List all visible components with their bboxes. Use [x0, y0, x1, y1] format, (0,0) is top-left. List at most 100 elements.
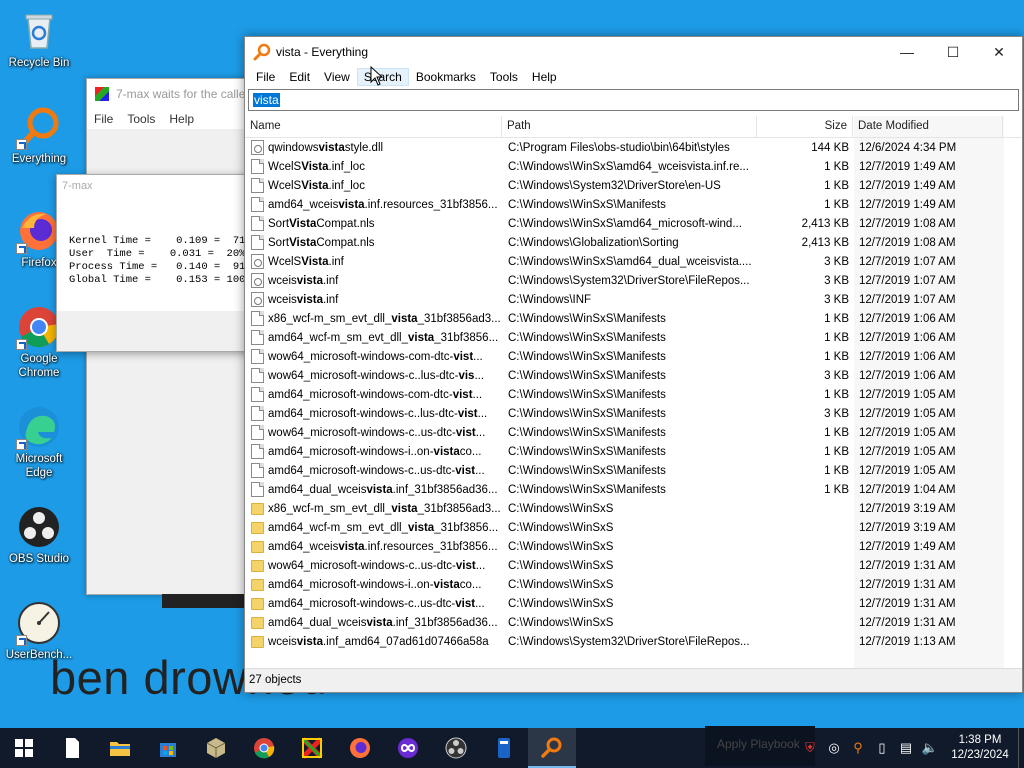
- menu-edit[interactable]: Edit: [282, 68, 317, 86]
- result-row[interactable]: WcelSVista.inf_loc C:\Windows\WinSxS\amd6…: [245, 157, 1006, 176]
- result-row[interactable]: x86_wcf-m_sm_evt_dll_vista_31bf3856ad3..…: [245, 499, 1006, 518]
- maximize-button[interactable]: ☐: [930, 37, 976, 67]
- result-name-cell: amd64_dual_wceisvista.inf_31bf3856ad36..…: [245, 616, 502, 629]
- result-date-modified: 12/7/2019 1:04 AM: [859, 483, 956, 496]
- sevenmax-stats-popup[interactable]: 7-max Kernel Time = 0.109 = 71% C User T…: [56, 174, 277, 352]
- desktop-icon-recycle-bin[interactable]: Recycle Bin: [4, 8, 74, 70]
- result-row[interactable]: amd64_wcf-m_sm_evt_dll_vista_31bf3856...…: [245, 518, 1006, 537]
- sevenmax-titlebar[interactable]: 7-max waits for the calle: [87, 79, 265, 109]
- column-header-size[interactable]: Size: [757, 116, 853, 137]
- result-row[interactable]: SortVistaCompat.nls C:\Windows\Globalizat…: [245, 233, 1006, 252]
- result-row[interactable]: wceisvista.inf_amd64_07ad61d07466a58a C:\…: [245, 632, 1006, 651]
- tray-obs-icon[interactable]: ◎: [822, 728, 846, 768]
- column-header-date-modified[interactable]: Date Modified: [853, 116, 1003, 137]
- result-row[interactable]: amd64_microsoft-windows-c..us-dtc-vist..…: [245, 594, 1006, 613]
- result-row[interactable]: amd64_microsoft-windows-i..on-vistaco...…: [245, 575, 1006, 594]
- everything-titlebar[interactable]: vista - Everything — ☐ ✕: [245, 37, 1022, 67]
- result-row[interactable]: amd64_wceisvista.inf.resources_31bf3856.…: [245, 537, 1006, 556]
- menu-tools[interactable]: Tools: [483, 68, 525, 86]
- maximize-icon: ☐: [946, 43, 960, 60]
- menu-tools[interactable]: Tools: [127, 112, 155, 126]
- file-icon: [251, 178, 264, 193]
- taskbar-clock[interactable]: 1:38 PM 12/23/2024: [942, 733, 1018, 763]
- result-path: C:\Windows\WinSxS\amd64_microsoft-wind..…: [508, 217, 742, 230]
- result-date-modified: 12/7/2019 1:31 AM: [859, 616, 956, 629]
- column-header-path[interactable]: Path: [502, 116, 757, 137]
- close-button[interactable]: ✕: [976, 37, 1022, 67]
- menu-help[interactable]: Help: [525, 68, 564, 86]
- taskbar-notepad[interactable]: [48, 728, 96, 768]
- menu-view[interactable]: View: [317, 68, 357, 86]
- result-size: 1 KB: [824, 464, 849, 477]
- everything-window[interactable]: vista - Everything — ☐ ✕ File Edit View …: [244, 36, 1023, 693]
- result-row[interactable]: wceisvista.inf C:\Windows\INF 3 KB 12/7/201…: [245, 290, 1006, 309]
- result-name-cell: amd64_wcf-m_sm_evt_dll_vista_31bf3856...: [245, 521, 502, 534]
- result-row[interactable]: WcelSVista.inf C:\Windows\WinSxS\amd64_du…: [245, 252, 1006, 271]
- taskbar-obs-replay[interactable]: [384, 728, 432, 768]
- result-path: C:\Windows\WinSxS\Manifests: [508, 312, 666, 325]
- taskbar-firefox[interactable]: [336, 728, 384, 768]
- start-button[interactable]: [0, 728, 48, 768]
- result-row[interactable]: amd64_microsoft-windows-c..us-dtc-vist..…: [245, 461, 1006, 480]
- result-row[interactable]: amd64_dual_wceisvista.inf_31bf3856ad36..…: [245, 613, 1006, 632]
- taskbar-chrome[interactable]: [240, 728, 288, 768]
- desktop-icon-obs-studio[interactable]: OBS Studio: [4, 504, 74, 566]
- file-icon: [251, 311, 264, 326]
- result-path: C:\Windows\WinSxS: [508, 559, 614, 572]
- file-icon: [251, 330, 264, 345]
- result-name: amd64_microsoft-windows-c..lus-dtc-vist.…: [268, 407, 488, 420]
- taskbar-virtualbox[interactable]: [192, 728, 240, 768]
- show-desktop-button[interactable]: [1018, 728, 1024, 768]
- result-path: C:\Windows\WinSxS\Manifests: [508, 483, 666, 496]
- result-row[interactable]: WcelSVista.inf_loc C:\Windows\System32\Dr…: [245, 176, 1006, 195]
- result-name: wow64_microsoft-windows-c..lus-dtc-vis..…: [268, 369, 485, 382]
- result-size: 3 KB: [824, 407, 849, 420]
- result-row[interactable]: wow64_microsoft-windows-c..us-dtc-vist..…: [245, 423, 1006, 442]
- result-date-modified: 12/7/2019 1:05 AM: [859, 426, 956, 439]
- desktop-icon-microsoft-edge[interactable]: Microsoft Edge: [4, 404, 74, 480]
- result-row[interactable]: amd64_microsoft-windows-com-dtc-vist... C…: [245, 385, 1006, 404]
- result-row[interactable]: wow64_microsoft-windows-c..lus-dtc-vis..…: [245, 366, 1006, 385]
- result-date-modified: 12/7/2019 1:31 AM: [859, 578, 956, 591]
- desktop-icon-everything[interactable]: Everything: [4, 104, 74, 166]
- result-row[interactable]: amd64_wceisvista.inf.resources_31bf3856.…: [245, 195, 1006, 214]
- tray-security-icon[interactable]: ⛨: [798, 728, 822, 768]
- result-row[interactable]: wceisvista.inf C:\Windows\System32\Driver…: [245, 271, 1006, 290]
- menu-file[interactable]: File: [94, 112, 113, 126]
- file-icon: [251, 197, 264, 212]
- recycle-bin-icon: [16, 8, 62, 54]
- result-row[interactable]: x86_wcf-m_sm_evt_dll_vista_31bf3856ad3..…: [245, 309, 1006, 328]
- taskbar-7max[interactable]: [288, 728, 336, 768]
- result-row[interactable]: SortVistaCompat.nls C:\Windows\WinSxS\amd…: [245, 214, 1006, 233]
- menu-file[interactable]: File: [249, 68, 282, 86]
- taskbar-remote-tool[interactable]: [480, 728, 528, 768]
- result-date-modified: 12/7/2019 1:49 AM: [859, 198, 956, 211]
- result-row[interactable]: wow64_microsoft-windows-com-dtc-vist... C…: [245, 347, 1006, 366]
- settings-file-icon: [251, 273, 264, 288]
- search-input[interactable]: vista: [248, 89, 1019, 111]
- result-row[interactable]: qwindowsvistastyle.dll C:\Program Files\o…: [245, 138, 1006, 157]
- column-header-name[interactable]: Name: [245, 116, 502, 137]
- minimize-button[interactable]: —: [884, 37, 930, 67]
- tray-everything-icon[interactable]: ⚲: [846, 728, 870, 768]
- file-icon: [251, 425, 264, 440]
- result-size: 1 KB: [824, 331, 849, 344]
- taskbar-obs-studio[interactable]: [432, 728, 480, 768]
- vertical-scrollbar[interactable]: [1006, 138, 1022, 668]
- result-row[interactable]: amd64_dual_wceisvista.inf_31bf3856ad36..…: [245, 480, 1006, 499]
- result-row[interactable]: amd64_microsoft-windows-i..on-vistaco...…: [245, 442, 1006, 461]
- tray-usb-icon[interactable]: ▯: [870, 728, 894, 768]
- sevenmax-menubar: File Tools Help: [87, 109, 265, 129]
- menu-help[interactable]: Help: [169, 112, 194, 126]
- file-icon: [251, 159, 264, 174]
- tray-network-icon[interactable]: ▤: [894, 728, 918, 768]
- result-date-modified: 12/7/2019 1:05 AM: [859, 407, 956, 420]
- tray-volume-icon[interactable]: 🔈: [918, 728, 942, 768]
- result-row[interactable]: amd64_wcf-m_sm_evt_dll_vista_31bf3856...…: [245, 328, 1006, 347]
- result-row[interactable]: amd64_microsoft-windows-c..lus-dtc-vist.…: [245, 404, 1006, 423]
- taskbar-microsoft-store[interactable]: [144, 728, 192, 768]
- taskbar-file-explorer[interactable]: [96, 728, 144, 768]
- result-row[interactable]: wow64_microsoft-windows-c..us-dtc-vist..…: [245, 556, 1006, 575]
- taskbar-everything[interactable]: [528, 728, 576, 768]
- menu-bookmarks[interactable]: Bookmarks: [409, 68, 483, 86]
